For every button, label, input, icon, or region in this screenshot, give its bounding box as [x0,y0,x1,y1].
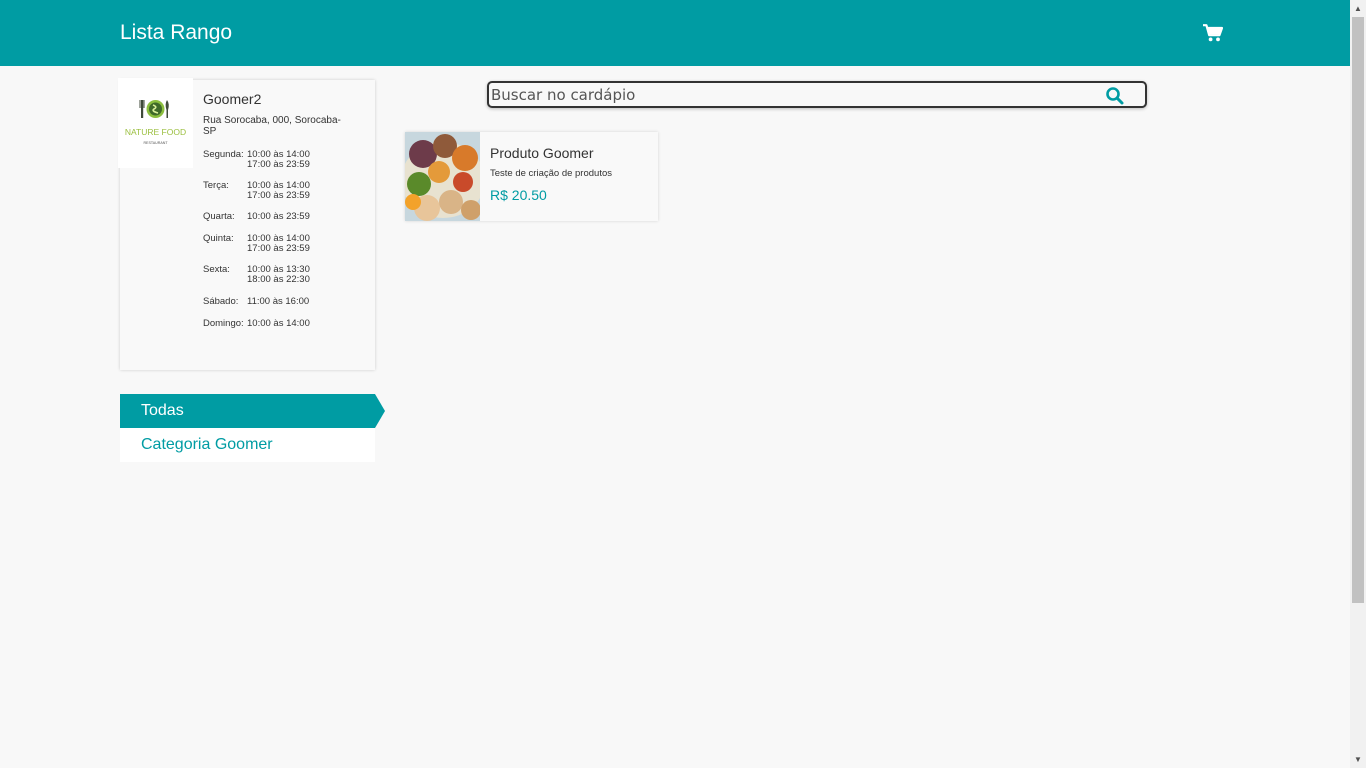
product-name: Produto Goomer [490,145,594,161]
hours-time: 18:00 às 22:30 [247,273,310,285]
search-input[interactable] [491,85,1091,105]
product-description: Teste de criação de produtos [490,168,612,179]
category-item-todas[interactable]: Todas [120,394,385,428]
hours-day-label: Quarta: [203,211,235,222]
hours-time: 17:00 às 23:59 [247,242,310,254]
category-active-arrow [375,394,385,428]
hours-time: 11:00 às 16:00 [247,296,310,307]
hours-day-label: Sábado: [203,296,239,307]
restaurant-address: Rua Sorocaba, 000, Sorocaba-SP [203,115,341,137]
menu-search-box [487,81,1147,108]
restaurant-logo: NATURE FOOD RESTAURANT [118,78,193,168]
hours-time: 17:00 às 23:59 [247,158,310,170]
app-header: Lista Rango [0,0,1350,66]
scrollbar-thumb[interactable] [1352,17,1364,603]
hours-day-label: Sexta: [203,264,230,275]
product-image [405,132,480,221]
svg-text:RESTAURANT: RESTAURANT [143,141,168,145]
hours-time: 10:00 às 14:00 [247,318,310,329]
category-label: Categoria Goomer [141,436,273,453]
category-label: Todas [141,402,184,419]
hours-day-label: Domingo: [203,318,244,329]
app-title[interactable]: Lista Rango [120,21,232,45]
hours-day-label: Terça: [203,180,229,191]
hours-day-label: Quinta: [203,233,234,244]
svg-text:NATURE FOOD: NATURE FOOD [125,127,186,137]
hours-time: 17:00 às 23:59 [247,189,310,201]
restaurant-name: Goomer2 [203,91,262,107]
hours-time: 10:00 às 23:59 [247,211,310,222]
scroll-up-arrow-icon[interactable]: ▲ [1350,0,1366,17]
category-item-categoria-goomer[interactable]: Categoria Goomer [120,428,375,462]
shopping-cart-icon[interactable] [1203,24,1224,42]
search-icon[interactable] [1105,86,1125,106]
scroll-down-arrow-icon[interactable]: ▼ [1350,751,1366,768]
product-card[interactable]: Produto Goomer Teste de criação de produ… [405,132,658,221]
product-price: R$ 20.50 [490,187,547,203]
hours-day-label: Segunda: [203,149,244,160]
